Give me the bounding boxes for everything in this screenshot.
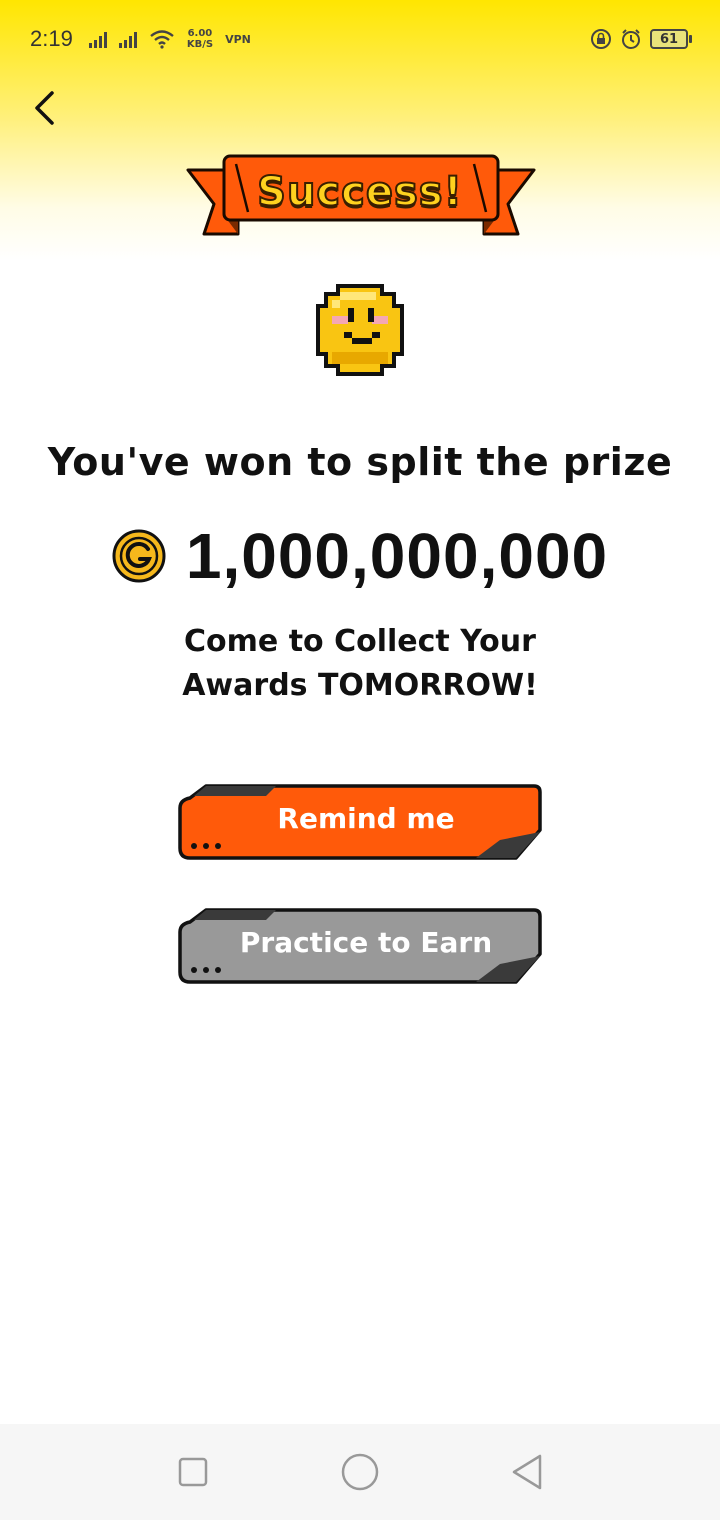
status-time: 2:19 [30,26,73,51]
back-button[interactable] [24,86,64,130]
success-title: Success! [256,168,463,216]
collect-line-2: Awards TOMORROW! [182,668,538,703]
nav-home-button[interactable] [330,1442,390,1502]
smiley-face-icon [316,284,404,376]
nav-recents-button[interactable] [163,1442,223,1502]
rotation-lock-icon [591,29,611,49]
battery-indicator: 61 [650,29,692,49]
system-nav-bar [0,1424,720,1520]
network-speed: 6.00 KB/S [187,28,213,50]
battery-tip [689,35,692,43]
nav-back-button[interactable] [497,1442,557,1502]
alarm-icon [622,29,640,49]
prize-amount: 1,000,000,000 [185,520,609,592]
prize-row: 1,000,000,000 [0,518,720,594]
triangle-back-icon [512,1454,541,1490]
status-right: 61 [590,28,692,50]
circle-icon [341,1453,379,1491]
status-left: 2:19 6.00 KB/S VPN [30,26,251,52]
remind-me-label: Remind me [277,801,455,835]
signal-1-icon [88,30,107,48]
gold-coin-icon [112,529,166,583]
signal-2-icon [118,30,137,48]
success-banner: Success! [186,152,536,242]
speed-value: 6.00 [187,28,213,39]
chevron-left-icon [35,91,54,125]
collect-message: Come to Collect Your Awards TOMORROW! [0,620,720,708]
speed-unit: KB/S [186,39,214,50]
collect-line-1: Come to Collect Your [184,624,536,659]
status-bar: 2:19 6.00 KB/S VPN 61 [0,0,720,78]
practice-to-earn-label: Practice to Earn [239,925,493,959]
practice-to-earn-button[interactable]: Practice to Earn [176,906,544,988]
win-headline: You've won to split the prize [47,440,673,484]
vpn-indicator: VPN [225,32,251,46]
battery-level: 61 [650,29,688,49]
wifi-icon [150,30,174,49]
square-icon [179,1457,208,1487]
remind-me-button[interactable]: Remind me [176,782,544,864]
